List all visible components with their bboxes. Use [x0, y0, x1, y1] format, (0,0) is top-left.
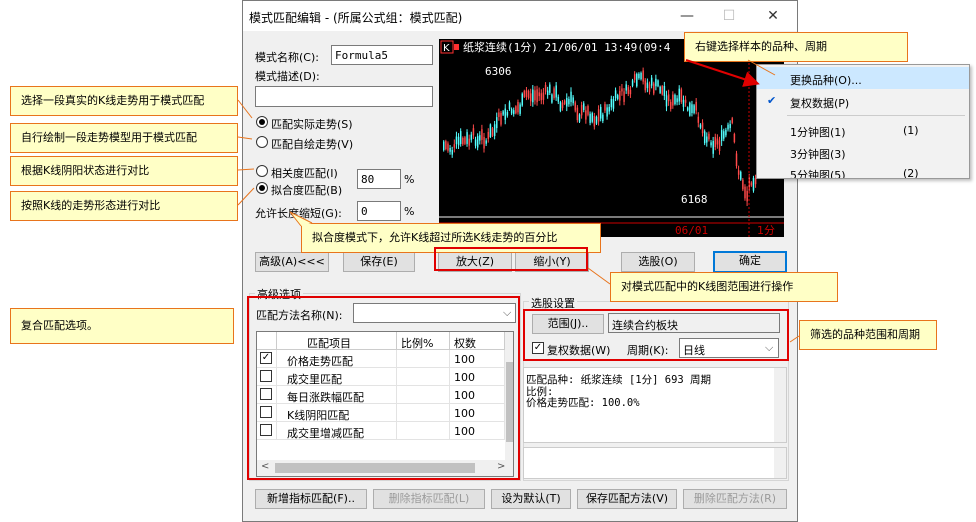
annotation-arrows — [237, 59, 800, 343]
arrow-right-click — [685, 59, 760, 87]
arrow-fit-percent — [289, 211, 313, 227]
arrow-filter — [789, 335, 800, 343]
arrow-draw-model — [237, 136, 253, 140]
arrow-right-click-2 — [747, 59, 776, 76]
arrow-correlation — [237, 168, 255, 171]
arrow-select-real — [237, 99, 253, 119]
arrow-fit — [237, 187, 255, 206]
arrow-zoom — [587, 267, 611, 285]
